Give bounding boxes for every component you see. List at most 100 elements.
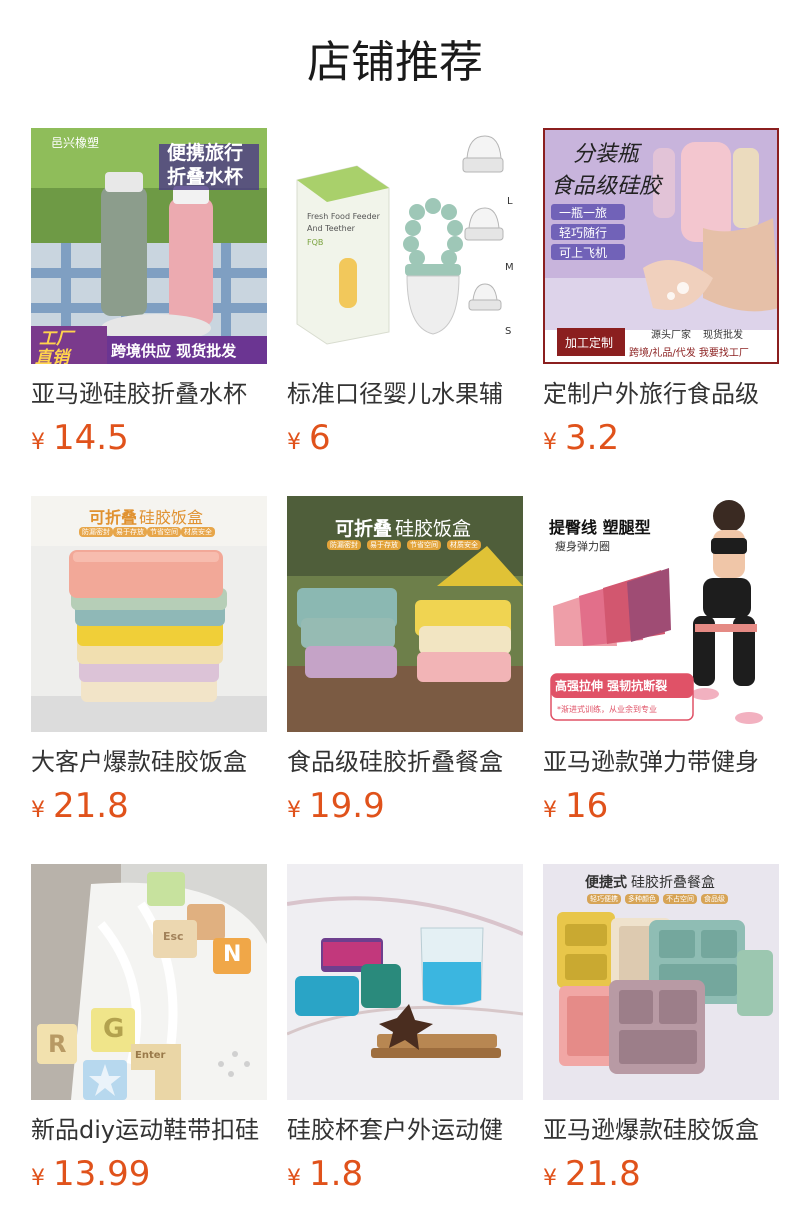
dispenser-bottom-text: 跨境/礼品/代发 我要找工厂 [629,348,749,359]
custom-label: 加工定制 [565,336,614,350]
containers-tag: 易于存放 [367,540,401,550]
product-card[interactable]: Fresh Food Feeder And Teether FQB L M S … [287,128,523,496]
band-note: *渐进式训练，从业余到专业 [557,705,657,714]
mealbox-tag: 多种颜色 [625,894,659,904]
product-card[interactable]: 可折叠 硅胶饭盒 防漏密封 易于存放 节省空间 材质安全 大客户爆款硅胶饭盒 ¥… [31,496,267,864]
size-label-m: M [505,262,514,273]
lunchbox-tag: 节省空间 [147,527,181,537]
price-value: 13.99 [53,1154,151,1194]
product-image[interactable]: R G Enter Esc N [31,864,267,1100]
charm-key-enter: Enter [135,1050,166,1061]
containers-tag: 材质安全 [447,540,481,550]
mealbox-tag: 轻巧便携 [587,894,621,904]
product-card[interactable]: 分装瓶 食品级硅胶 一瓶一旅 轻巧随行 可上飞机 加工定制 源头厂家 现货批发 … [543,128,779,496]
size-label-s: S [505,326,512,337]
containers-title-bold: 可折叠 [335,518,393,540]
product-image[interactable]: 提臀线 塑腿型 瘦身弹力圈 高强拉伸 强韧抗断裂 *渐进式训练，从业余到专业 [543,496,779,732]
product-card[interactable]: 邑兴橡塑 便携旅行 折叠水杯 工厂 直销 跨境供应 现货批发 亚马逊硅胶折叠水杯… [31,128,267,496]
product-card[interactable]: 提臀线 塑腿型 瘦身弹力圈 高强拉伸 强韧抗断裂 *渐进式训练，从业余到专业 亚… [543,496,779,864]
product-price: ¥3.2 [543,414,619,462]
product-grid: 邑兴橡塑 便携旅行 折叠水杯 工厂 直销 跨境供应 现货批发 亚马逊硅胶折叠水杯… [31,128,779,1232]
lunchbox-tag: 防漏密封 [79,527,113,537]
currency-symbol: ¥ [31,1166,45,1191]
product-image[interactable]: 邑兴橡塑 便携旅行 折叠水杯 工厂 直销 跨境供应 现货批发 [31,128,267,364]
price-value: 19.9 [309,786,385,826]
size-label-l: L [507,196,513,207]
lunchbox-title-rest: 硅胶饭盒 [139,508,204,527]
price-value: 14.5 [53,418,129,458]
mealbox-title-rest: 硅胶折叠餐盒 [631,875,715,891]
box-text-2: And Teether [307,224,355,233]
charm-letter-r: R [48,1030,67,1058]
product-image[interactable]: 便捷式 硅胶折叠餐盒 轻巧便携 多种颜色 不占空间 食品级 [543,864,779,1100]
factory-label: 源头厂家 [651,330,691,341]
price-value: 6 [309,418,331,458]
product-card[interactable]: 硅胶杯套户外运动健 ¥1.8 [287,864,523,1232]
currency-symbol: ¥ [287,798,301,823]
lunchbox-tag: 材质安全 [181,527,215,537]
product-price: ¥21.8 [543,1150,641,1198]
dispenser-tag-1: 一瓶一旅 [559,206,608,220]
dispenser-headline-1: 分装瓶 [573,142,640,167]
product-card[interactable]: 可折叠 硅胶饭盒 防漏密封 易于存放 节省空间 材质安全 食品级硅胶折叠餐盒 ¥… [287,496,523,864]
product-price: ¥19.9 [287,782,385,830]
price-value: 3.2 [565,418,620,458]
bottle-headline-1: 便携旅行 [167,142,244,164]
product-image[interactable]: 分装瓶 食品级硅胶 一瓶一旅 轻巧随行 可上飞机 加工定制 源头厂家 现货批发 … [543,128,779,364]
product-price: ¥21.8 [31,782,129,830]
charm-letter-g: G [103,1014,125,1044]
product-image-shoelace-charms [31,864,267,1100]
product-card[interactable]: 便捷式 硅胶折叠餐盒 轻巧便携 多种颜色 不占空间 食品级 亚马逊爆款硅胶饭盒 … [543,864,779,1232]
lunchbox-tag: 易于存放 [113,527,147,537]
factory-badge-bottom: 直销 [35,348,69,364]
product-image-cup-sleeves [287,864,523,1100]
product-name[interactable]: 亚马逊款弹力带健身 [543,746,779,778]
product-name[interactable]: 食品级硅胶折叠餐盒 [287,746,523,778]
mealbox-tag: 食品级 [701,894,728,904]
product-price: ¥14.5 [31,414,129,462]
charm-letter-n: N [223,942,242,967]
price-value: 21.8 [565,1154,641,1194]
containers-title-rest: 硅胶饭盒 [395,518,472,540]
product-image[interactable] [287,864,523,1100]
lunchbox-title-bold: 可折叠 [89,508,138,527]
product-image[interactable]: 可折叠 硅胶饭盒 防漏密封 易于存放 节省空间 材质安全 [31,496,267,732]
containers-tag: 节省空间 [407,540,441,550]
product-name[interactable]: 亚马逊爆款硅胶饭盒 [543,1114,779,1146]
product-image[interactable]: Fresh Food Feeder And Teether FQB L M S [287,128,523,364]
band-banner: 高强拉伸 强韧抗断裂 [555,679,668,693]
currency-symbol: ¥ [543,1166,557,1191]
dispenser-headline-2: 食品级硅胶 [551,174,662,199]
product-price: ¥13.99 [31,1150,150,1198]
currency-symbol: ¥ [31,798,45,823]
product-name[interactable]: 定制户外旅行食品级 [543,378,779,410]
bottle-headline-2: 折叠水杯 [167,166,244,188]
product-image-meal-boxes [543,864,779,1100]
product-card[interactable]: R G Enter Esc N 新品diy运动鞋带扣硅 ¥13.99 [31,864,267,1232]
currency-symbol: ¥ [543,430,557,455]
box-text-1: Fresh Food Feeder [307,212,380,221]
product-name[interactable]: 大客户爆款硅胶饭盒 [31,746,267,778]
product-name[interactable]: 标准口径婴儿水果辅 [287,378,523,410]
wholesale-label: 现货批发 [703,330,743,341]
product-price: ¥16 [543,782,608,830]
price-value: 21.8 [53,786,129,826]
box-brand: FQB [307,238,324,247]
mealbox-title-bold: 便捷式 [585,875,627,891]
currency-symbol: ¥ [287,430,301,455]
price-value: 16 [565,786,609,826]
band-subline: 瘦身弹力圈 [555,540,610,553]
product-name[interactable]: 硅胶杯套户外运动健 [287,1114,523,1146]
currency-symbol: ¥ [31,430,45,455]
product-name[interactable]: 新品diy运动鞋带扣硅 [31,1114,267,1146]
price-value: 1.8 [309,1154,364,1194]
product-image[interactable]: 可折叠 硅胶饭盒 防漏密封 易于存放 节省空间 材质安全 [287,496,523,732]
product-price: ¥1.8 [287,1150,363,1198]
product-name[interactable]: 亚马逊硅胶折叠水杯 [31,378,267,410]
mealbox-tag: 不占空间 [663,894,697,904]
currency-symbol: ¥ [543,798,557,823]
brand-label: 邑兴橡塑 [51,136,100,150]
containers-tag: 防漏密封 [327,540,361,550]
product-price: ¥6 [287,414,331,462]
bottle-banner: 跨境供应 现货批发 [111,342,237,360]
